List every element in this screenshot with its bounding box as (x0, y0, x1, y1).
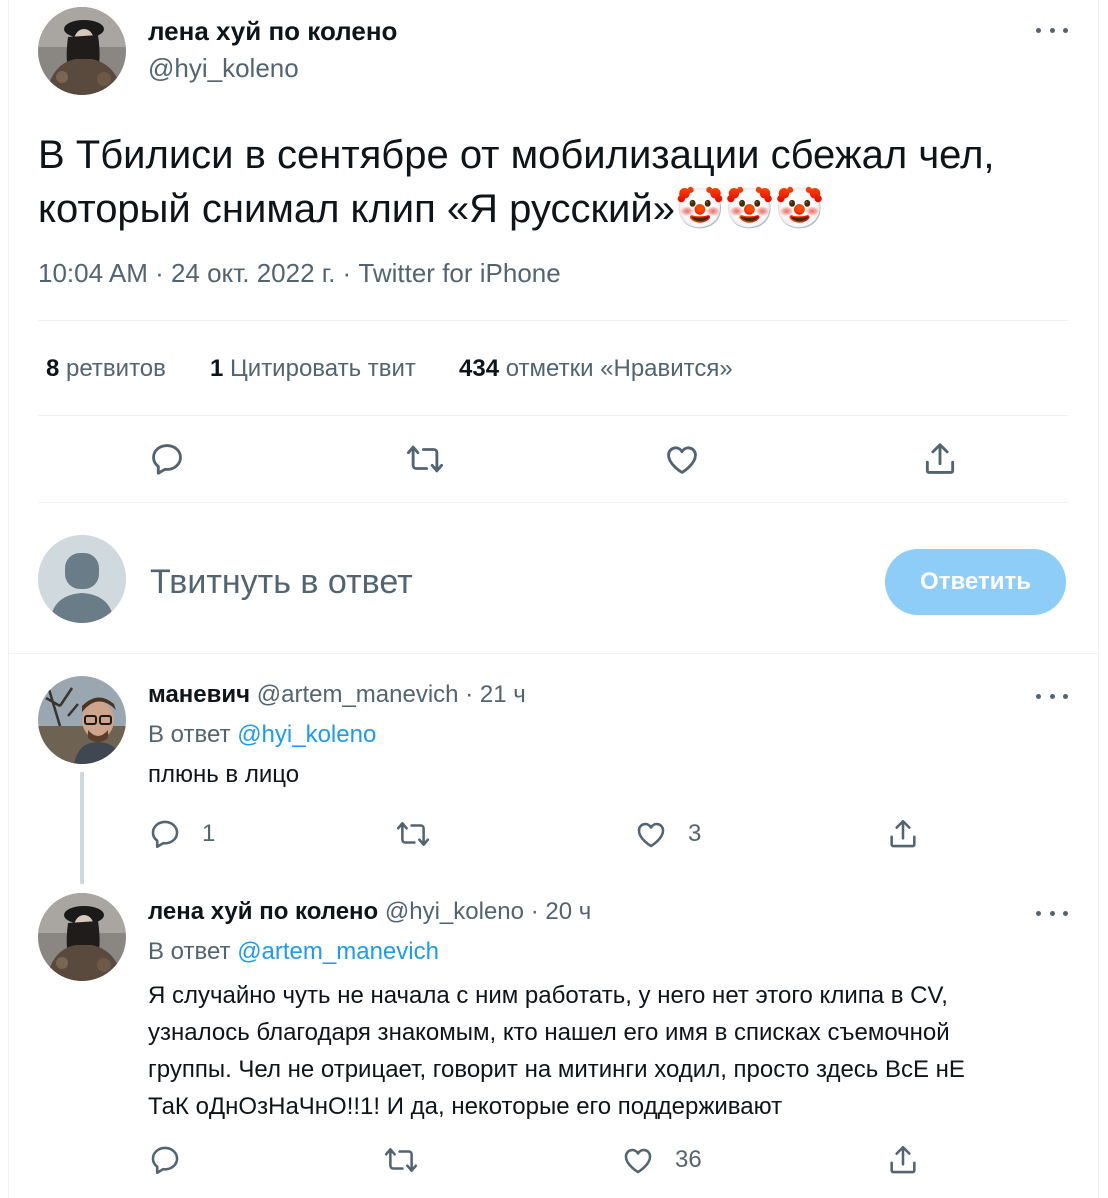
reply-display-name[interactable]: маневич (148, 681, 250, 708)
reply-to-line: В ответ @hyi_koleno (148, 721, 376, 749)
reply-input[interactable]: Твитнуть в ответ (150, 563, 413, 602)
quotes-stat[interactable]: 1 Цитировать твит (210, 355, 416, 383)
tweet-timestamp[interactable]: 10:04 AM · 24 окт. 2022 г. · Twitter for… (38, 258, 561, 289)
retweets-count: 8 (46, 355, 60, 382)
reply-to-label: В ответ (148, 721, 231, 748)
share-icon (890, 1145, 916, 1174)
reply-icon (151, 1146, 179, 1175)
left-border (8, 0, 9, 1198)
reply-button[interactable] (148, 440, 186, 478)
retweet-icon (406, 445, 444, 473)
reply-handle[interactable]: @hyi_koleno (385, 898, 524, 925)
like-button[interactable]: 3 (634, 817, 701, 851)
reply-text: Я случайно чуть не начала с ним работать… (148, 977, 1088, 1125)
retweet-button[interactable] (396, 817, 450, 851)
user-avatar[interactable] (38, 535, 126, 623)
reply-button[interactable] (148, 1143, 202, 1177)
reply-to-mention[interactable]: @artem_manevich (237, 938, 439, 965)
clown-emoji: 🤡🤡🤡 (674, 187, 825, 231)
share-icon (890, 819, 916, 848)
heart-icon (667, 446, 697, 474)
reply-icon (152, 444, 182, 475)
retweet-button[interactable] (406, 440, 444, 478)
heart-icon (624, 1148, 652, 1174)
more-options-icon[interactable] (1036, 20, 1068, 40)
retweet-button[interactable] (384, 1143, 438, 1177)
reply-header: маневич @artem_manevich · 21 ч (148, 681, 526, 709)
reply-time[interactable]: · 20 ч (531, 898, 592, 925)
like-count: 36 (675, 1146, 702, 1173)
share-button[interactable] (886, 1143, 920, 1177)
reply-time[interactable]: · 21 ч (465, 681, 526, 708)
like-button[interactable]: 36 (621, 1143, 702, 1177)
reply-text: плюнь в лицо (148, 761, 300, 788)
retweet-icon (396, 822, 430, 846)
reply-text-line: Я случайно чуть не начала с ним работать… (148, 982, 948, 1009)
like-button[interactable] (663, 440, 701, 478)
share-button[interactable] (886, 817, 920, 851)
share-icon (925, 443, 955, 474)
likes-stat[interactable]: 434 отметки «Нравится» (459, 355, 733, 383)
reply-submit-button[interactable]: Ответить (885, 549, 1066, 615)
likes-count: 434 (459, 355, 500, 382)
reply-count: 1 (202, 820, 216, 847)
reply-header: лена хуй по колено @hyi_koleno · 20 ч (148, 898, 591, 926)
divider (38, 502, 1068, 503)
like-count: 3 (688, 820, 702, 847)
thread-line (80, 772, 84, 884)
reply-to-mention[interactable]: @hyi_koleno (237, 721, 376, 748)
reply-text-line: ТаК оДнОзНаЧнО!!1! И да, некоторые его п… (148, 1093, 783, 1120)
tweet-body: В Тбилиси в сентябре от мобилизации сбеж… (38, 133, 995, 231)
quotes-count: 1 (210, 355, 224, 382)
heart-icon (637, 822, 665, 848)
reply-icon (151, 820, 179, 849)
reply-text-line: группы. Чел не отрицает, говорит на мити… (148, 1056, 965, 1083)
reply-button[interactable]: 1 (148, 817, 215, 851)
divider (8, 653, 1098, 654)
likes-label: отметки «Нравится» (505, 355, 733, 382)
author-avatar[interactable] (38, 7, 126, 95)
more-options-icon[interactable] (1036, 903, 1068, 923)
divider (38, 415, 1068, 416)
reply-handle[interactable]: @artem_manevich (257, 681, 459, 708)
reply-to-line: В ответ @artem_manevich (148, 938, 439, 966)
retweets-stat[interactable]: 8 ретвитов (46, 355, 166, 383)
reply-to-label: В ответ (148, 938, 231, 965)
reply-author-avatar[interactable] (38, 676, 126, 764)
share-button[interactable] (921, 440, 959, 478)
right-border (1098, 0, 1099, 1198)
author-handle[interactable]: @hyi_koleno (148, 53, 299, 84)
quotes-label: Цитировать твит (230, 355, 416, 382)
reply-display-name[interactable]: лена хуй по колено (148, 898, 378, 925)
author-display-name[interactable]: лена хуй по колено (148, 16, 397, 47)
tweet-text: В Тбилиси в сентябре от мобилизации сбеж… (38, 128, 1068, 236)
divider (38, 320, 1068, 321)
more-options-icon[interactable] (1036, 686, 1068, 706)
retweet-icon (384, 1148, 418, 1172)
reply-text-line: узналось благодаря знакомым, кто нашел е… (148, 1019, 950, 1046)
reply-author-avatar[interactable] (38, 893, 126, 981)
retweets-label: ретвитов (66, 355, 166, 382)
